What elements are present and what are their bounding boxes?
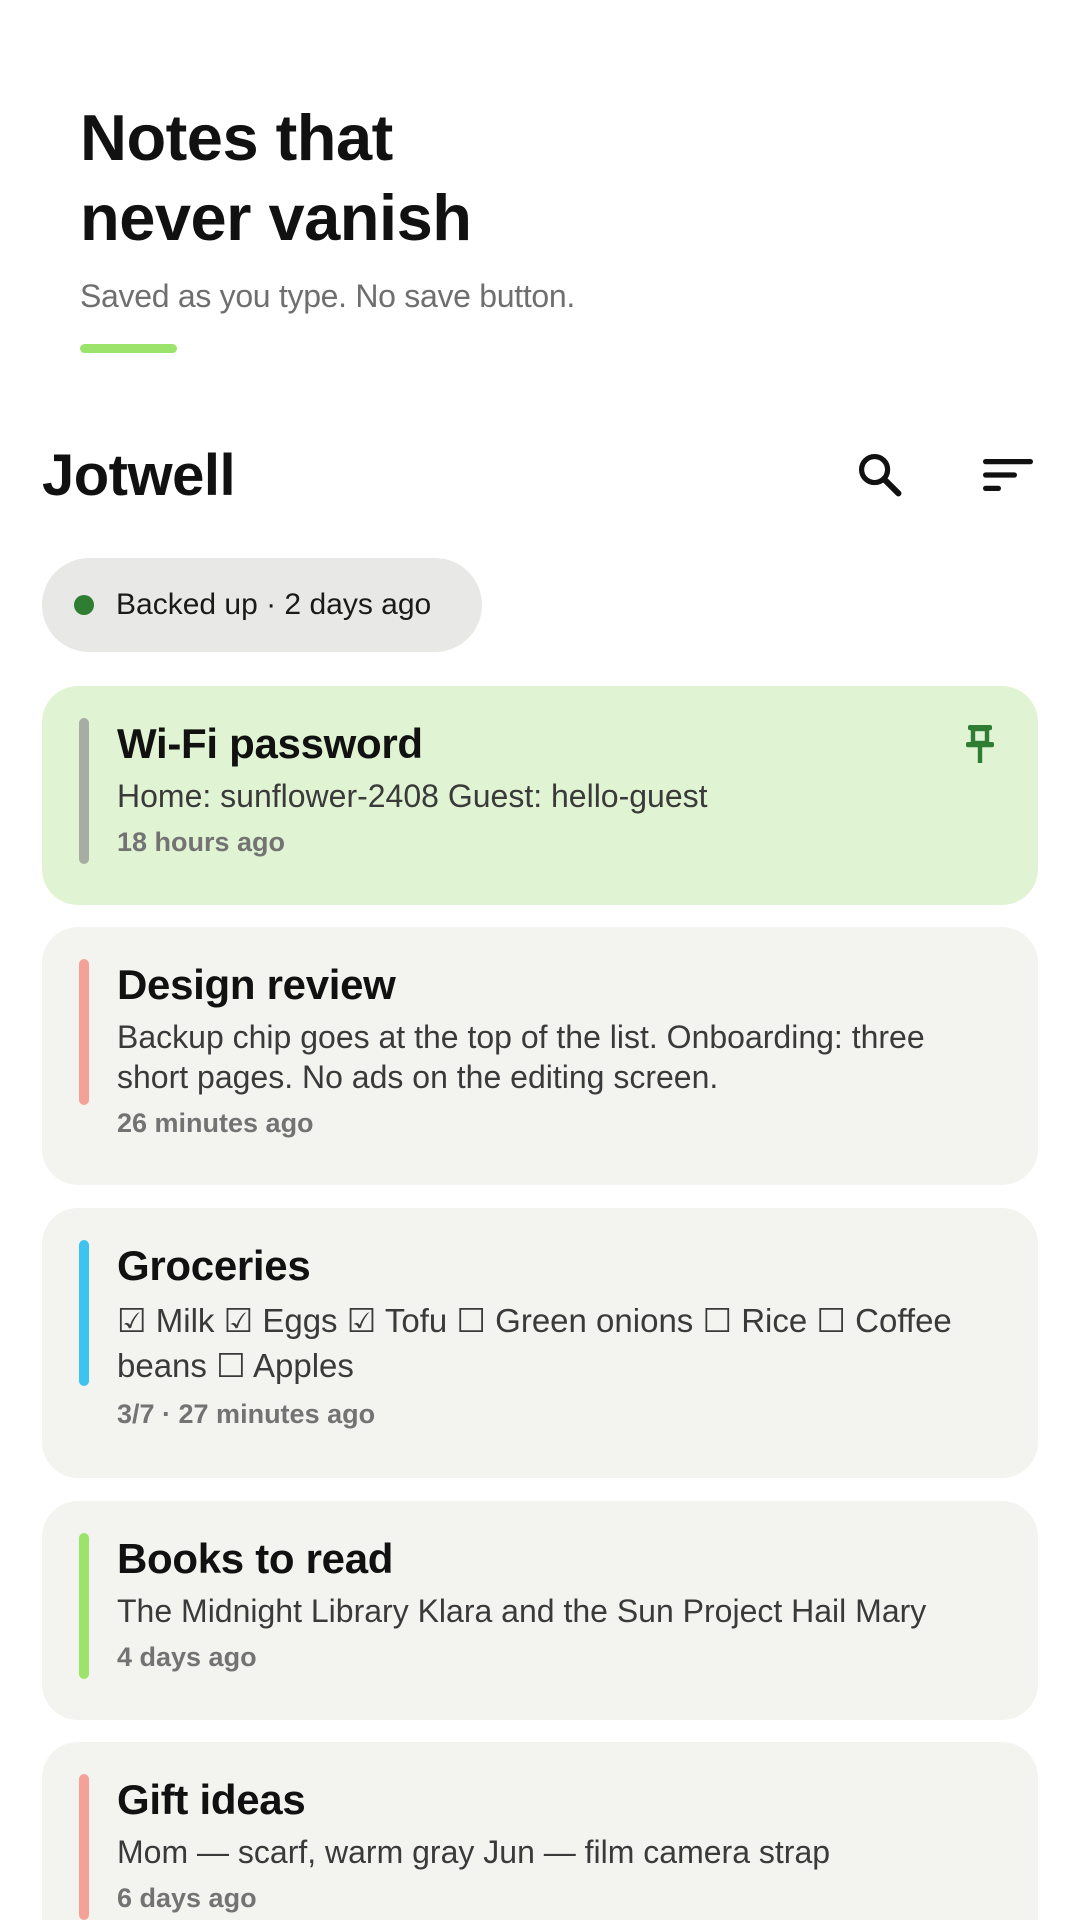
note-timestamp: 18 hours ago xyxy=(117,827,286,857)
search-icon xyxy=(858,453,902,497)
note-color-bar xyxy=(79,718,89,864)
onboarding-hero: Notes that never vanish Saved as you typ… xyxy=(80,98,980,315)
backup-status-label: Backed up · 2 days ago xyxy=(116,588,432,621)
note-color-bar xyxy=(79,1533,89,1679)
note-preview: ☑ Milk ☑ Eggs ☑ Tofu ☐ Green onions ☐ Ri… xyxy=(117,1302,952,1384)
note-color-bar xyxy=(79,1774,89,1920)
onboarding-title-line1: Notes that xyxy=(80,101,393,174)
app-bar: Jotwell xyxy=(0,430,1080,520)
onboarding-subtitle: Saved as you type. No save button. xyxy=(80,278,576,314)
notes-screen: Notes that never vanish Saved as you typ… xyxy=(0,0,1080,1920)
pin-icon[interactable] xyxy=(960,722,1000,766)
note-title: Gift ideas xyxy=(117,1776,306,1823)
onboarding-title-line2: never vanish xyxy=(80,181,472,254)
note-card-books-to-read[interactable]: Books to read The Midnight Library Klara… xyxy=(42,1501,1038,1720)
note-body: Groceries ☑ Milk ☑ Eggs ☑ Tofu ☐ Green o… xyxy=(117,1240,978,1432)
note-timestamp: 4 days ago xyxy=(117,1642,257,1672)
app-title: Jotwell xyxy=(42,443,236,508)
note-title: Books to read xyxy=(117,1535,394,1582)
search-button[interactable] xyxy=(840,435,920,515)
note-preview: The Midnight Library Klara and the Sun P… xyxy=(117,1593,927,1629)
backup-status-dot xyxy=(74,595,94,615)
onboarding-accent-bar xyxy=(80,344,177,353)
note-body: Wi-Fi password Home: sunflower-2408 Gues… xyxy=(117,718,978,860)
sort-button[interactable] xyxy=(968,435,1048,515)
note-card-design-review[interactable]: Design review Backup chip goes at the to… xyxy=(42,927,1038,1185)
note-card-groceries[interactable]: Groceries ☑ Milk ☑ Eggs ☑ Tofu ☐ Green o… xyxy=(42,1208,1038,1478)
note-color-bar xyxy=(79,959,89,1105)
note-body: Books to read The Midnight Library Klara… xyxy=(117,1533,978,1675)
note-preview: Backup chip goes at the top of the list.… xyxy=(117,1019,925,1095)
note-body: Gift ideas Mom — scarf, warm gray Jun — … xyxy=(117,1774,978,1916)
note-title: Design review xyxy=(117,961,396,1008)
note-color-bar xyxy=(79,1240,89,1386)
note-timestamp: 3/7 · 27 minutes ago xyxy=(117,1399,376,1429)
sort-icon xyxy=(983,459,1033,491)
onboarding-title: Notes that never vanish xyxy=(80,98,980,258)
note-title: Wi-Fi password xyxy=(117,720,423,767)
note-body: Design review Backup chip goes at the to… xyxy=(117,959,978,1141)
backup-status-chip[interactable]: Backed up · 2 days ago xyxy=(42,558,482,652)
note-card-wifi-password[interactable]: Wi-Fi password Home: sunflower-2408 Gues… xyxy=(42,686,1038,905)
note-preview: Home: sunflower-2408 Guest: hello-guest xyxy=(117,778,708,814)
note-card-gift-ideas[interactable]: Gift ideas Mom — scarf, warm gray Jun — … xyxy=(42,1742,1038,1920)
note-title: Groceries xyxy=(117,1242,311,1289)
note-timestamp: 26 minutes ago xyxy=(117,1108,314,1138)
note-preview: Mom — scarf, warm gray Jun — film camera… xyxy=(117,1834,831,1870)
note-timestamp: 6 days ago xyxy=(117,1883,257,1913)
